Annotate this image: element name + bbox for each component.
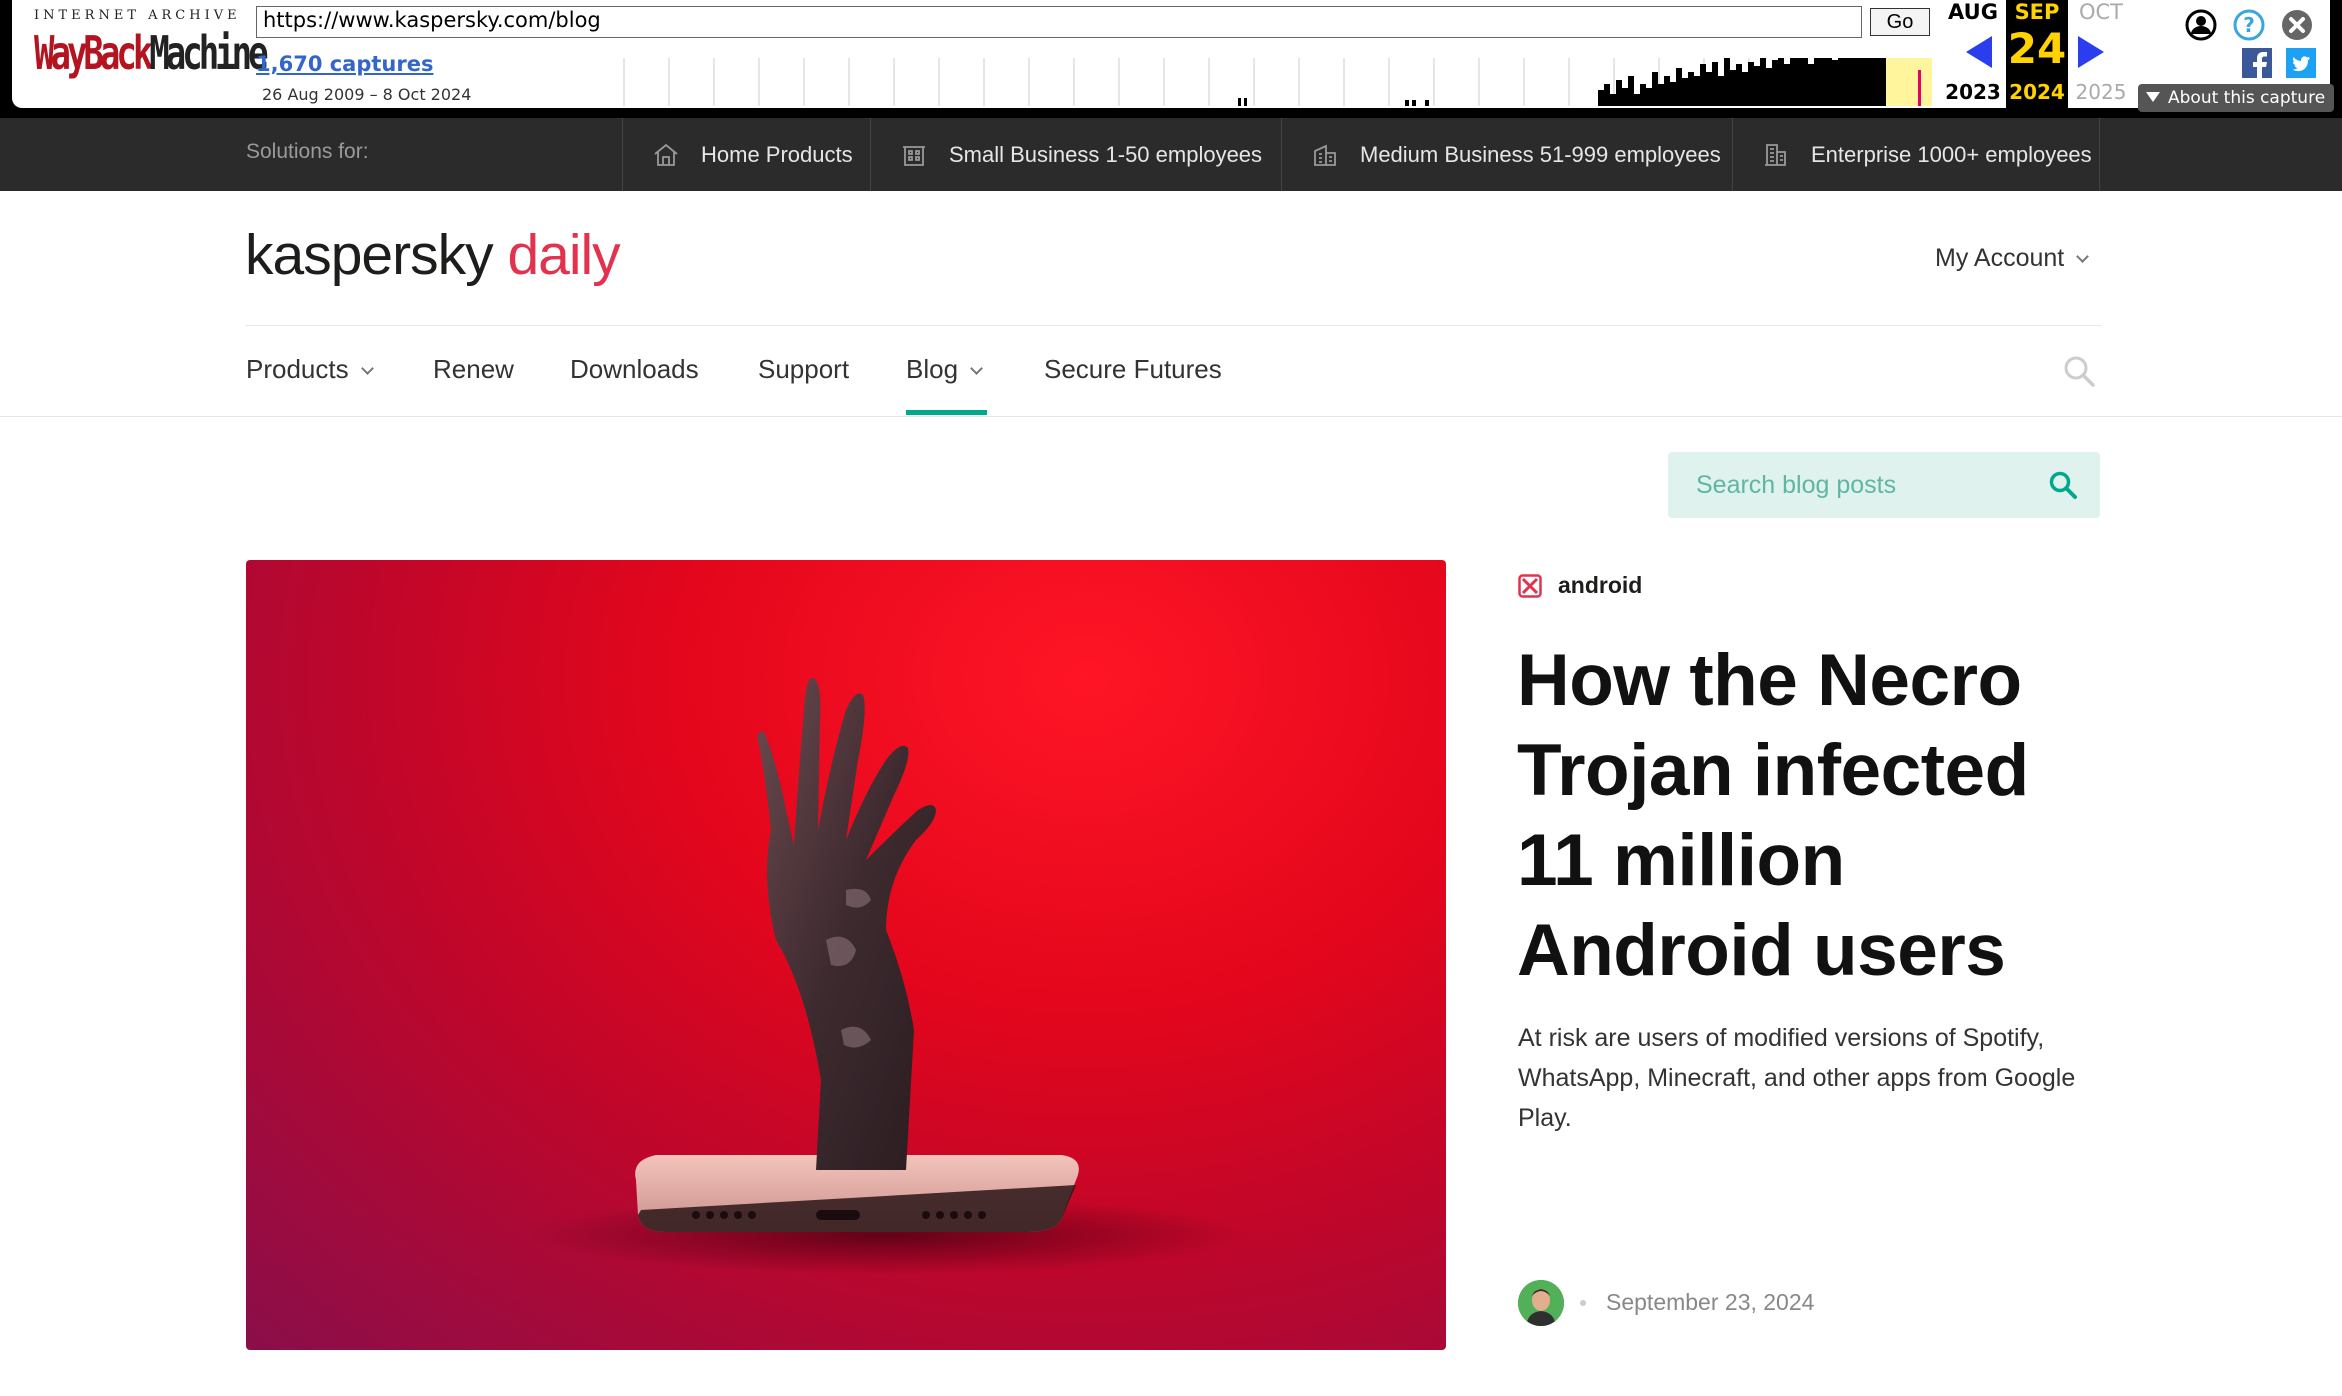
solutions-home-products[interactable]: Home Products bbox=[622, 118, 869, 191]
wayback-toolbar-panel: INTERNET ARCHIVE WayBackMachine https://… bbox=[12, 0, 2334, 112]
solutions-bar: Solutions for: Home Products Small Busin… bbox=[0, 118, 2342, 191]
kaspersky-daily-logo[interactable]: kaspersky daily bbox=[245, 222, 621, 288]
wayback-logo-machine: Machine bbox=[149, 27, 268, 81]
android-category-icon bbox=[1518, 573, 1542, 598]
wayback-captures-link[interactable]: 1,670 captures bbox=[256, 52, 433, 76]
nav-secure-futures[interactable]: Secure Futures bbox=[1044, 354, 1222, 385]
nav-downloads[interactable]: Downloads bbox=[570, 354, 699, 385]
nav-products[interactable]: Products bbox=[246, 354, 374, 385]
post-date: September 23, 2024 bbox=[1606, 1289, 1815, 1315]
wayback-toolbar: INTERNET ARCHIVE WayBackMachine https://… bbox=[0, 0, 2342, 118]
solutions-divider bbox=[2099, 118, 2100, 191]
wayback-logo[interactable]: INTERNET ARCHIVE WayBackMachine bbox=[34, 8, 269, 88]
solutions-item-label: Small Business 1-50 employees bbox=[949, 141, 1263, 167]
wayback-next-arrow-icon[interactable] bbox=[2078, 36, 2104, 68]
header-divider bbox=[245, 325, 2101, 326]
user-account-icon[interactable] bbox=[2184, 8, 2218, 42]
nav-renew[interactable]: Renew bbox=[433, 354, 514, 385]
featured-title[interactable]: How the Necro Trojan infected 11 million… bbox=[1517, 636, 2117, 996]
logo-brand: kaspersky bbox=[245, 223, 494, 287]
category-tag[interactable]: android bbox=[1518, 572, 1642, 599]
category-label: android bbox=[1558, 572, 1643, 598]
blog-search-input[interactable] bbox=[1668, 452, 2048, 518]
nav-support[interactable]: Support bbox=[758, 354, 849, 385]
my-account-label: My Account bbox=[1935, 244, 2065, 272]
wayback-logo-wordmark: WayBackMachine bbox=[34, 27, 269, 81]
search-icon[interactable] bbox=[2048, 470, 2078, 500]
sparkline-bars bbox=[1238, 58, 1886, 106]
wayback-month-prev[interactable]: AUG bbox=[1940, 0, 2006, 24]
wayback-year-current: 2024 bbox=[2009, 80, 2065, 104]
enterprise-building-icon bbox=[1765, 143, 1786, 166]
triangle-down-icon bbox=[2146, 92, 2160, 102]
author-avatar[interactable] bbox=[1518, 1280, 1564, 1326]
solutions-label: Solutions for: bbox=[246, 140, 369, 163]
nav-label: Blog bbox=[906, 354, 959, 384]
solutions-small-business[interactable]: Small Business 1-50 employees bbox=[870, 118, 1281, 191]
wayback-prev-arrow-icon[interactable] bbox=[1966, 36, 1992, 68]
chevron-down-icon bbox=[360, 362, 374, 375]
home-icon bbox=[654, 143, 678, 166]
help-icon[interactable]: ? bbox=[2232, 8, 2266, 42]
featured-lede: At risk are users of modified versions o… bbox=[1518, 1024, 2076, 1132]
solutions-medium-business[interactable]: Medium Business 51-999 employees bbox=[1281, 118, 1732, 191]
medium-office-icon bbox=[1314, 144, 1336, 166]
wayback-logo-wayback: WayBack bbox=[34, 27, 153, 81]
nav-blog[interactable]: Blog bbox=[906, 354, 983, 385]
small-office-icon bbox=[903, 145, 925, 166]
zombie-hand-phone-illustration bbox=[526, 677, 1246, 1275]
wayback-logo-top: INTERNET ARCHIVE bbox=[34, 8, 241, 23]
solutions-item-label: Enterprise 1000+ employees bbox=[1811, 141, 2092, 167]
wayback-year-next[interactable]: 2025 bbox=[2068, 80, 2134, 104]
nav-active-underline bbox=[906, 410, 987, 415]
nav-divider bbox=[0, 416, 2342, 417]
author-portrait bbox=[1518, 1280, 1564, 1326]
solutions-item-label: Home Products bbox=[701, 141, 853, 167]
wayback-go-button[interactable]: Go bbox=[1870, 8, 1930, 36]
wayback-year-prev[interactable]: 2023 bbox=[1940, 80, 2006, 104]
twitter-icon[interactable] bbox=[2286, 48, 2316, 78]
blog-search bbox=[1668, 452, 2100, 518]
facebook-icon[interactable] bbox=[2242, 48, 2272, 78]
close-icon[interactable] bbox=[2280, 8, 2314, 42]
wayback-month-current: SEP bbox=[2014, 0, 2060, 24]
chevron-down-icon bbox=[2076, 250, 2090, 263]
sparkline-current-year-highlight bbox=[1884, 58, 1932, 106]
about-capture-button[interactable]: About this capture bbox=[2138, 84, 2334, 112]
svg-text:?: ? bbox=[2243, 13, 2255, 37]
wayback-capture-range: 26 Aug 2009 – 8 Oct 2024 bbox=[262, 85, 472, 104]
solutions-enterprise[interactable]: Enterprise 1000+ employees bbox=[1732, 118, 2100, 191]
meta-separator bbox=[1580, 1300, 1586, 1306]
about-capture-label: About this capture bbox=[2168, 88, 2326, 108]
featured-image[interactable] bbox=[246, 560, 1446, 1350]
wayback-sparkline[interactable] bbox=[622, 58, 1932, 106]
logo-section: daily bbox=[507, 223, 620, 287]
wayback-day: 24 bbox=[2007, 24, 2067, 73]
solutions-item-label: Medium Business 51-999 employees bbox=[1360, 141, 1721, 167]
wayback-url-field[interactable]: https://www.kaspersky.com/blog bbox=[256, 6, 1862, 38]
my-account-menu[interactable]: My Account bbox=[1935, 244, 2090, 273]
chevron-down-icon bbox=[970, 362, 983, 375]
search-icon[interactable] bbox=[2062, 354, 2096, 388]
wayback-month-next[interactable]: OCT bbox=[2068, 0, 2134, 24]
nav-label: Products bbox=[246, 354, 349, 384]
sparkline-current-capture bbox=[1918, 70, 1921, 106]
